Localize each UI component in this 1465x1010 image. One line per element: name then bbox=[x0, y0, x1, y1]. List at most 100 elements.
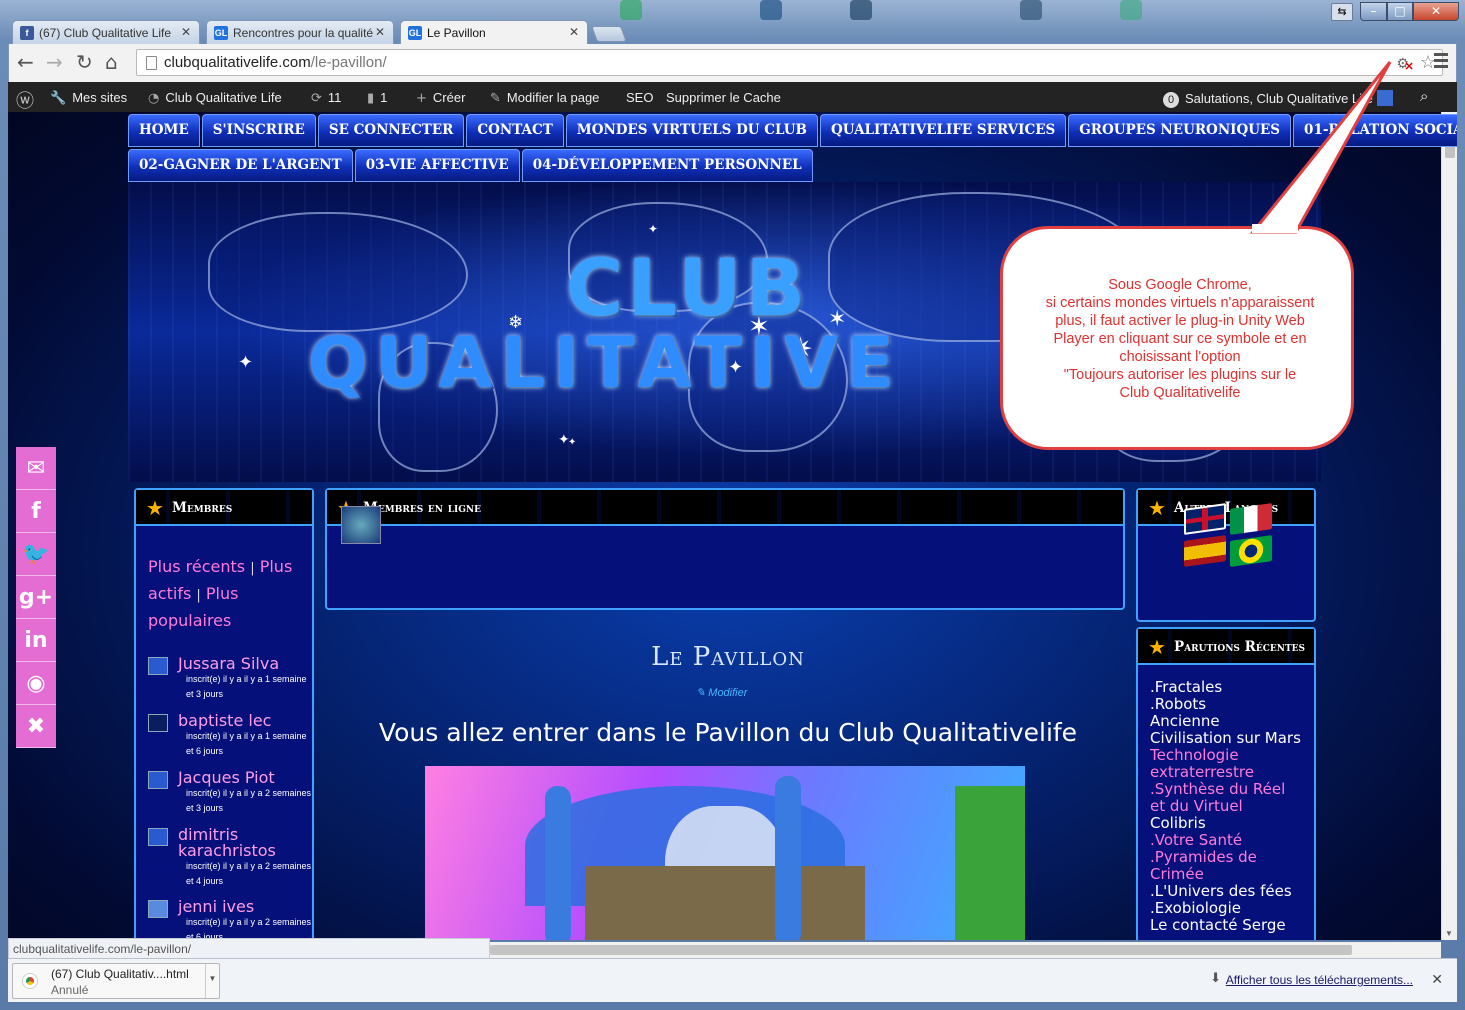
search-icon[interactable]: ⌕ bbox=[1420, 88, 1428, 105]
member-item[interactable]: Jacques Piot inscrit(e) il y a il y a 2 s… bbox=[136, 767, 312, 824]
browser-toolbar: ← → ↻ ⌂ clubqualitativelife.com/le-pavil… bbox=[8, 44, 1457, 82]
banner-title-club: CLUB bbox=[566, 244, 809, 334]
star-icon: ★ bbox=[1148, 635, 1166, 659]
nav-contact[interactable]: CONTACT bbox=[466, 114, 564, 147]
minimize-button[interactable]: – bbox=[1360, 2, 1387, 21]
nav-se-connecter[interactable]: SE CONNECTER bbox=[317, 114, 465, 147]
nav-home[interactable]: HOME bbox=[128, 114, 200, 147]
edit-page-link[interactable]: ✎ Modifier la page bbox=[490, 90, 599, 106]
comments-menu[interactable]: ▮ 1 bbox=[367, 90, 387, 106]
recent-post-link[interactable]: .Robots bbox=[1150, 696, 1302, 713]
googleplus-share-icon[interactable]: g+ bbox=[16, 576, 56, 619]
nav-mondes-virtuels[interactable]: MONDES VIRTUELS DU CLUB bbox=[565, 114, 818, 147]
forward-icon[interactable]: → bbox=[46, 52, 63, 72]
flag-italian-icon[interactable] bbox=[1230, 503, 1272, 535]
member-item[interactable]: dimitris karachristos inscrit(e) il y a i… bbox=[136, 824, 312, 896]
wordpress-icon[interactable]: ⓦ bbox=[16, 87, 34, 113]
nav-groupes-neuroniques[interactable]: GROUPES NEURONIQUES bbox=[1068, 114, 1292, 147]
tab-rencontres[interactable]: GL Rencontres pour la qualité ✕ bbox=[206, 20, 394, 44]
home-icon[interactable]: ⌂ bbox=[105, 52, 118, 72]
avatar[interactable] bbox=[148, 771, 168, 789]
new-tab-button[interactable] bbox=[591, 26, 627, 42]
nav-relation-sociale[interactable]: 01-RELATION SOCIALE bbox=[1293, 114, 1457, 147]
member-item[interactable]: baptiste lec inscrit(e) il y a il y a 1 s… bbox=[136, 710, 312, 767]
site-name-menu[interactable]: ◔ Club Qualitative Life bbox=[148, 90, 282, 106]
updates-icon: ⟳ bbox=[311, 91, 322, 106]
recent-post-link[interactable]: .Fractales bbox=[1150, 679, 1302, 696]
nav-developpement-personnel[interactable]: 04-DÉVELOPPEMENT PERSONNEL bbox=[521, 149, 813, 182]
switch-user-icon[interactable]: ⇆ bbox=[1331, 3, 1353, 21]
recent-post-link[interactable]: .Pyramides de Crimée bbox=[1150, 849, 1302, 883]
tab-facebook[interactable]: f (67) Club Qualitative Life ✕ bbox=[12, 20, 200, 44]
status-bar: clubqualitativelife.com/le-pavillon/ bbox=[8, 938, 490, 958]
comment-icon: ▮ bbox=[367, 91, 375, 106]
flag-english-icon[interactable] bbox=[1184, 503, 1226, 535]
close-tab-icon[interactable]: ✕ bbox=[569, 25, 579, 39]
address-bar[interactable]: clubqualitativelife.com/le-pavillon/ ⚙ ✕ … bbox=[136, 49, 1443, 76]
updates-menu[interactable]: ⟳ 11 bbox=[311, 90, 341, 106]
seo-menu[interactable]: SEO bbox=[626, 90, 653, 105]
dropdown-arrow-icon[interactable]: ▼ bbox=[205, 964, 219, 998]
flag-spanish-icon[interactable] bbox=[1184, 535, 1226, 567]
member-item[interactable]: jenni ives inscrit(e) il y a il y a 2 sem… bbox=[136, 896, 312, 940]
create-menu[interactable]: + Créer bbox=[416, 90, 465, 106]
desktop-icon bbox=[620, 0, 642, 20]
widget-title: Membres bbox=[172, 500, 233, 516]
close-button[interactable]: ✕ bbox=[1413, 2, 1459, 21]
maximize-button[interactable]: □ bbox=[1387, 2, 1413, 21]
linkedin-share-icon[interactable]: in bbox=[16, 619, 56, 662]
online-member-avatar[interactable] bbox=[341, 506, 381, 544]
my-sites-menu[interactable]: 🔧 Mes sites bbox=[50, 90, 127, 106]
recent-post-link[interactable]: .Votre Santé bbox=[1150, 832, 1302, 849]
twitter-share-icon[interactable]: 🐦 bbox=[16, 533, 56, 576]
callout-line: si certains mondes virtuels n'apparaisse… bbox=[1045, 295, 1315, 311]
vertical-scrollbar[interactable]: ▲ ▼ bbox=[1441, 112, 1457, 940]
chrome-menu-icon[interactable] bbox=[1434, 53, 1448, 71]
facebook-share-icon[interactable]: f bbox=[16, 490, 56, 533]
social-share-bar: ✉ f 🐦 g+ in ◉ ✖ bbox=[16, 447, 56, 748]
members-widget: ★ Membres Plus récents | Plus actifs | Pl… bbox=[134, 488, 314, 940]
recent-post-link[interactable]: .L'Univers des fées bbox=[1150, 883, 1302, 900]
avatar[interactable] bbox=[148, 900, 168, 918]
notification-count: 0 bbox=[1163, 92, 1179, 108]
flag-portuguese-icon[interactable] bbox=[1230, 535, 1272, 567]
recent-post-link[interactable]: Le contacté Serge bbox=[1150, 917, 1302, 934]
filter-recent[interactable]: Plus récents bbox=[148, 557, 245, 576]
callout-line: Player en cliquant sur ce symbole et en bbox=[1053, 331, 1307, 347]
account-menu[interactable]: 0 Salutations, Club Qualitative Life bbox=[1163, 90, 1393, 108]
nav-services[interactable]: QUALITATIVELIFE SERVICES bbox=[819, 114, 1067, 147]
recent-post-link[interactable]: .Exobiologie bbox=[1150, 900, 1302, 917]
nav-vie-affective[interactable]: 03-VIE AFFECTIVE bbox=[354, 149, 520, 182]
reload-icon[interactable]: ↻ bbox=[76, 52, 93, 72]
collapse-share-icon[interactable]: ✖ bbox=[16, 705, 56, 748]
horizontal-scrollbar[interactable] bbox=[490, 942, 1441, 958]
download-item[interactable]: (67) Club Qualitativ....html Annulé ▼ bbox=[12, 963, 220, 999]
reddit-share-icon[interactable]: ◉ bbox=[16, 662, 56, 705]
blocked-plugin-icon[interactable]: ⚙ ✕ bbox=[1396, 55, 1413, 73]
callout-line: plus, il faut activer le plug-in Unity W… bbox=[1055, 313, 1305, 329]
email-share-icon[interactable]: ✉ bbox=[16, 447, 56, 490]
clear-cache-link[interactable]: Supprimer le Cache bbox=[666, 90, 781, 105]
recent-post-link[interactable]: .Synthèse du Réel et du Virtuel bbox=[1150, 781, 1302, 815]
close-tab-icon[interactable]: ✕ bbox=[375, 25, 385, 39]
back-icon[interactable]: ← bbox=[17, 52, 34, 72]
avatar[interactable] bbox=[148, 714, 168, 732]
avatar[interactable] bbox=[148, 657, 168, 675]
show-all-downloads-link[interactable]: Afficher tous les téléchargements... bbox=[1226, 973, 1413, 987]
member-item[interactable]: Jussara Silva inscrit(e) il y a il y a 1 … bbox=[136, 653, 312, 710]
recent-post-link[interactable]: Colibris bbox=[1150, 815, 1302, 832]
members-online-widget: ★Membres en ligne bbox=[325, 488, 1125, 610]
edit-link[interactable]: ✎ Modifier bbox=[696, 686, 747, 699]
recent-post-link[interactable]: Technologie extraterrestre bbox=[1150, 747, 1302, 781]
widget-title: Parutions Récentes bbox=[1174, 639, 1306, 655]
avatar[interactable] bbox=[148, 828, 168, 846]
chrome-icon bbox=[23, 974, 37, 988]
close-tab-icon[interactable]: ✕ bbox=[181, 25, 191, 39]
nav-sinscrire[interactable]: S'INSCRIRE bbox=[201, 114, 316, 147]
close-download-bar-icon[interactable]: ✕ bbox=[1431, 971, 1443, 988]
url-text[interactable]: clubqualitativelife.com/le-pavillon/ bbox=[164, 54, 387, 71]
tab-le-pavillon[interactable]: GL Le Pavillon ✕ bbox=[400, 20, 588, 44]
nav-gagner-argent[interactable]: 02-GAGNER DE L'ARGENT bbox=[128, 149, 353, 182]
recent-post-link[interactable]: Ancienne Civilisation sur Mars bbox=[1150, 713, 1302, 747]
desktop-icon bbox=[1020, 0, 1042, 20]
